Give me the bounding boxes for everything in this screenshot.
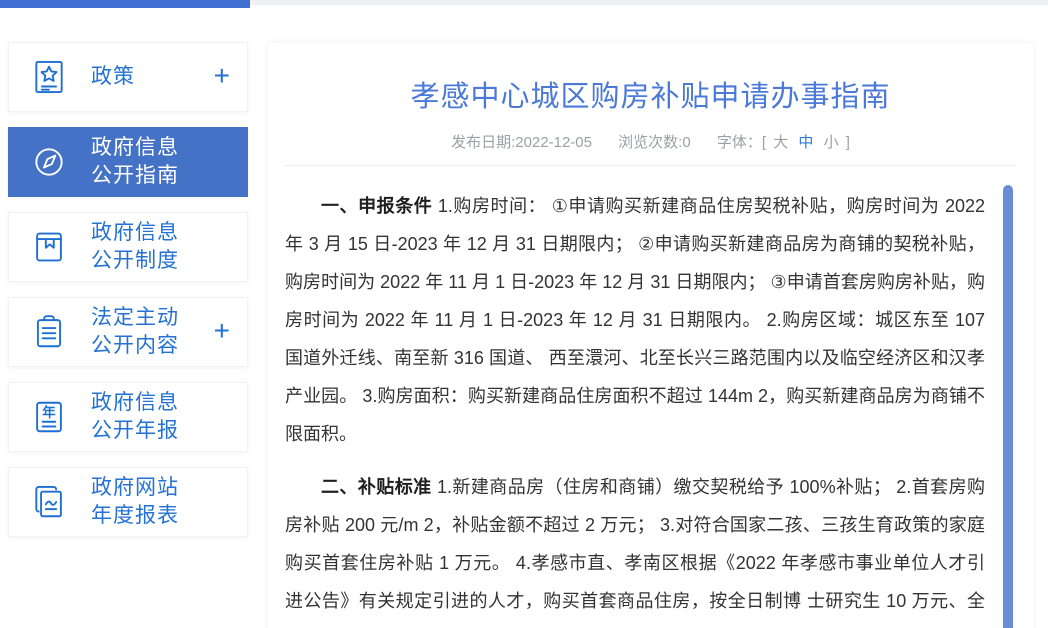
svg-text:年: 年 xyxy=(42,404,56,420)
sidebar-item-website-report[interactable]: 政府网站 年度报表 xyxy=(8,467,248,537)
font-size-medium[interactable]: 中 xyxy=(798,134,813,151)
expand-plus-icon[interactable]: + xyxy=(214,317,230,345)
book-icon xyxy=(30,228,68,266)
sidebar-item-label: 政策 xyxy=(91,63,135,91)
scrollbar-thumb[interactable] xyxy=(1003,185,1013,628)
font-size-small[interactable]: 小 xyxy=(824,134,839,151)
sidebar-item-gov-info-system[interactable]: 政府信息 公开制度 xyxy=(8,212,248,282)
sidebar-item-statutory-content[interactable]: 法定主动 公开内容 + xyxy=(8,297,248,367)
paragraph-subsidy-standards: 二、补贴标准 1.新建商品房（住房和商铺）缴交契税给予 100%补贴； 2.首套… xyxy=(285,468,985,628)
sidebar-item-label: 政府信息 公开制度 xyxy=(91,219,179,275)
sidebar-item-policy[interactable]: 政策 + xyxy=(8,42,248,112)
article-body: 一、申报条件 1.购房时间： ①申请购买新建商品住房契税补贴，购房时间为 202… xyxy=(268,166,1033,628)
view-count: 浏览次数:0 xyxy=(618,134,691,151)
sidebar-item-gov-info-guide[interactable]: 政府信息 公开指南 xyxy=(8,127,248,197)
section-text: 1.购房时间： ①申请购买新建商品住房契税补贴，购房时间为 2022 年 3 月… xyxy=(285,196,985,444)
page-title: 孝感中心城区购房补贴申请办事指南 xyxy=(268,43,1033,115)
policy-icon xyxy=(30,58,68,96)
compass-icon xyxy=(30,143,68,181)
annual-report-icon: 年 xyxy=(30,398,68,436)
sidebar-item-label: 政府信息 公开年报 xyxy=(91,389,179,445)
sidebar-item-label: 政府网站 年度报表 xyxy=(91,474,179,530)
publish-date: 发布日期:2022-12-05 xyxy=(451,134,592,151)
article-meta: 发布日期:2022-12-05 浏览次数:0 字体：[ 大 中 小 ] xyxy=(268,131,1033,152)
expand-plus-icon[interactable]: + xyxy=(214,62,230,90)
sidebar-item-label: 政府信息 公开指南 xyxy=(91,134,179,190)
font-size-large[interactable]: 大 xyxy=(773,134,788,151)
section-heading: 二、补贴标准 xyxy=(321,477,432,497)
font-size-label-end: ] xyxy=(846,134,850,151)
article-panel: 孝感中心城区购房补贴申请办事指南 发布日期:2022-12-05 浏览次数:0 … xyxy=(268,43,1033,628)
section-heading: 一、申报条件 xyxy=(321,196,432,216)
font-size-control: 字体：[ 大 中 小 ] xyxy=(717,134,850,151)
top-accent-bar xyxy=(0,0,250,8)
clipboard-icon xyxy=(30,313,68,351)
font-size-label: 字体：[ xyxy=(717,134,766,151)
sidebar-item-annual-report[interactable]: 年 政府信息 公开年报 xyxy=(8,382,248,452)
paragraph-application-conditions: 一、申报条件 1.购房时间： ①申请购买新建商品住房契税补贴，购房时间为 202… xyxy=(285,187,985,453)
website-report-icon xyxy=(30,483,68,521)
section-text: 1.新建商品房（住房和商铺）缴交契税给予 100%补贴； 2.首套房购房补贴 2… xyxy=(285,477,985,628)
sidebar-nav: 政策 + 政府信息 公开指南 政府信息 公开制度 xyxy=(8,42,248,552)
sidebar-item-label: 法定主动 公开内容 xyxy=(91,304,179,360)
